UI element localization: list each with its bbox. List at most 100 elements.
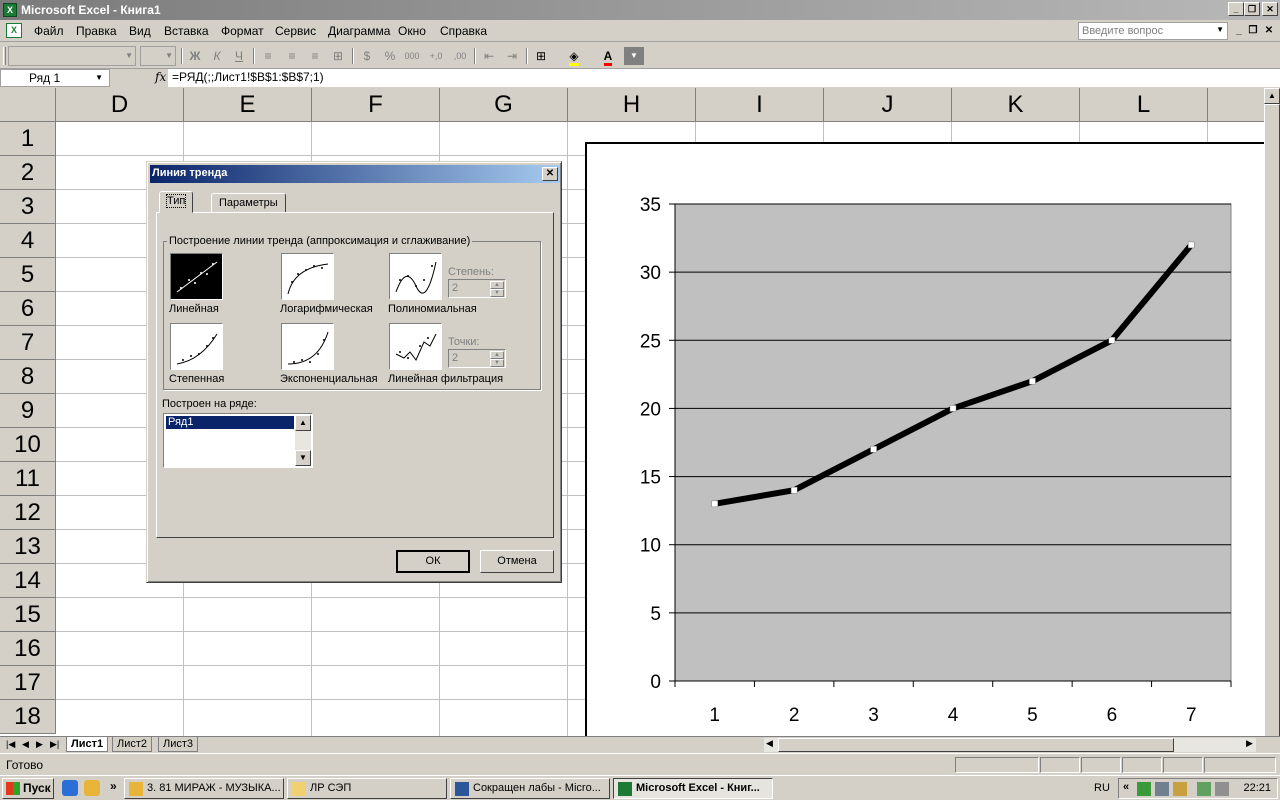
sheet-tab-1[interactable]: Лист1: [66, 737, 109, 752]
cancel-button[interactable]: Отмена: [480, 550, 554, 573]
row-header[interactable]: 16: [0, 632, 56, 666]
tab-type[interactable]: Тип: [159, 191, 194, 213]
select-all-corner[interactable]: [0, 88, 56, 122]
clock[interactable]: 22:21: [1243, 782, 1271, 794]
listbox-scrollbar[interactable]: ▲ ▼: [295, 415, 311, 466]
align-right-icon[interactable]: ≡: [305, 47, 325, 65]
column-header[interactable]: H: [568, 88, 696, 122]
sheet-tab-3[interactable]: Лист3: [158, 737, 199, 752]
scroll-right-icon[interactable]: ▶: [1246, 738, 1253, 749]
task-button-excel[interactable]: Microsoft Excel - Книг...: [613, 778, 773, 799]
scroll-down-icon[interactable]: ▼: [295, 450, 311, 466]
increase-indent-icon[interactable]: ⇥: [502, 47, 522, 65]
name-box[interactable]: Ряд 1 ▼: [0, 69, 110, 87]
column-header[interactable]: [1208, 88, 1264, 122]
scroll-up-icon[interactable]: ▲: [295, 415, 311, 431]
task-button-word[interactable]: Сокращен лабы - Micro...: [450, 778, 610, 799]
column-header[interactable]: L: [1080, 88, 1208, 122]
font-color-icon[interactable]: A: [598, 47, 618, 66]
doc-restore-button[interactable]: ❐: [1246, 24, 1260, 38]
series-listbox[interactable]: Ряд1 ▲ ▼: [163, 413, 313, 468]
merge-center-icon[interactable]: ⊞: [328, 47, 348, 65]
first-sheet-icon[interactable]: |◀: [6, 739, 15, 750]
row-header[interactable]: 4: [0, 224, 56, 258]
decrease-decimal-icon[interactable]: ,00: [450, 47, 470, 65]
dialog-title-bar[interactable]: Линия тренда ✕: [150, 165, 560, 183]
next-sheet-icon[interactable]: ▶: [36, 739, 43, 750]
chevron-right-icon[interactable]: »: [110, 779, 117, 793]
start-button[interactable]: Пуск: [2, 778, 54, 799]
menu-edit[interactable]: Правка: [76, 24, 117, 38]
row-header[interactable]: 8: [0, 360, 56, 394]
column-header[interactable]: J: [824, 88, 952, 122]
internet-explorer-icon[interactable]: [62, 780, 78, 796]
percent-icon[interactable]: %: [380, 47, 400, 65]
polynomial-trend-icon[interactable]: [389, 253, 442, 300]
exponential-trend-icon[interactable]: [281, 323, 334, 370]
close-icon[interactable]: ✕: [542, 167, 558, 181]
column-header[interactable]: I: [696, 88, 824, 122]
list-item[interactable]: Ряд1: [166, 416, 294, 429]
workbook-icon[interactable]: X: [6, 23, 22, 38]
chevron-down-icon[interactable]: ▼: [95, 73, 103, 82]
logarithmic-trend-icon[interactable]: [281, 253, 334, 300]
minimize-button[interactable]: _: [1228, 2, 1244, 16]
row-header[interactable]: 9: [0, 394, 56, 428]
formula-text[interactable]: =РЯД(;;Лист1!$B$1:$B$7;1): [172, 70, 324, 84]
volume-icon[interactable]: [1215, 782, 1229, 796]
align-center-icon[interactable]: ≡: [282, 47, 302, 65]
row-header[interactable]: 15: [0, 598, 56, 632]
row-header[interactable]: 14: [0, 564, 56, 598]
borders-icon[interactable]: ⊞: [531, 47, 551, 65]
menu-chart[interactable]: Диаграмма: [328, 24, 390, 38]
tab-parameters[interactable]: Параметры: [211, 193, 286, 213]
line-chart[interactable]: 0 5 10 15 20 25 30 35 1 2 3 4 5 6 7: [585, 142, 1264, 738]
menu-window[interactable]: Окно: [398, 24, 426, 38]
row-header[interactable]: 6: [0, 292, 56, 326]
help-question-input[interactable]: Введите вопрос ▼: [1078, 22, 1228, 40]
row-header[interactable]: 3: [0, 190, 56, 224]
column-header[interactable]: E: [184, 88, 312, 122]
row-header[interactable]: 2: [0, 156, 56, 190]
fill-color-icon[interactable]: ◈: [564, 47, 584, 66]
horizontal-scroll-thumb[interactable]: [778, 738, 1174, 752]
last-sheet-icon[interactable]: ▶|: [50, 739, 59, 750]
column-header[interactable]: K: [952, 88, 1080, 122]
toolbar-options-icon[interactable]: ▼: [624, 47, 644, 65]
vertical-scrollbar[interactable]: ▲: [1264, 88, 1280, 744]
toolbar-grip[interactable]: [3, 47, 6, 65]
row-header[interactable]: 1: [0, 122, 56, 156]
scroll-up-icon[interactable]: ▲: [1264, 88, 1280, 104]
tray-app-icon[interactable]: [1173, 782, 1187, 796]
thousands-icon[interactable]: 000: [402, 47, 422, 65]
font-name-combo[interactable]: ▼: [8, 46, 136, 66]
sheet-tab-2[interactable]: Лист2: [112, 737, 153, 752]
row-header[interactable]: 7: [0, 326, 56, 360]
row-header[interactable]: 11: [0, 462, 56, 496]
menu-file[interactable]: Файл: [34, 24, 64, 38]
close-button[interactable]: ✕: [1262, 2, 1278, 16]
restore-button[interactable]: ❐: [1244, 2, 1260, 16]
menu-insert[interactable]: Вставка: [164, 24, 209, 38]
prev-sheet-icon[interactable]: ◀: [22, 739, 29, 750]
row-header[interactable]: 5: [0, 258, 56, 292]
task-button-music[interactable]: 3. 81 МИРАЖ - МУЗЫКА...: [124, 778, 284, 799]
formula-field[interactable]: [168, 69, 1280, 87]
insert-function-icon[interactable]: fx: [155, 70, 166, 84]
chevron-down-icon[interactable]: ▼: [1216, 25, 1224, 34]
row-header[interactable]: 18: [0, 700, 56, 734]
ok-button[interactable]: ОК: [396, 550, 470, 573]
underline-icon[interactable]: Ч: [229, 47, 249, 65]
menu-tools[interactable]: Сервис: [275, 24, 316, 38]
font-size-combo[interactable]: ▼: [140, 46, 176, 66]
chevron-left-icon[interactable]: «: [1123, 781, 1129, 793]
display-icon[interactable]: [1155, 782, 1169, 796]
row-header[interactable]: 17: [0, 666, 56, 700]
row-header[interactable]: 13: [0, 530, 56, 564]
column-header[interactable]: G: [440, 88, 568, 122]
align-left-icon[interactable]: ≡: [258, 47, 278, 65]
increase-decimal-icon[interactable]: +,0: [426, 47, 446, 65]
column-header[interactable]: D: [56, 88, 184, 122]
doc-minimize-button[interactable]: _: [1232, 24, 1246, 38]
horizontal-scrollbar[interactable]: ◀ ▶: [764, 738, 1256, 752]
